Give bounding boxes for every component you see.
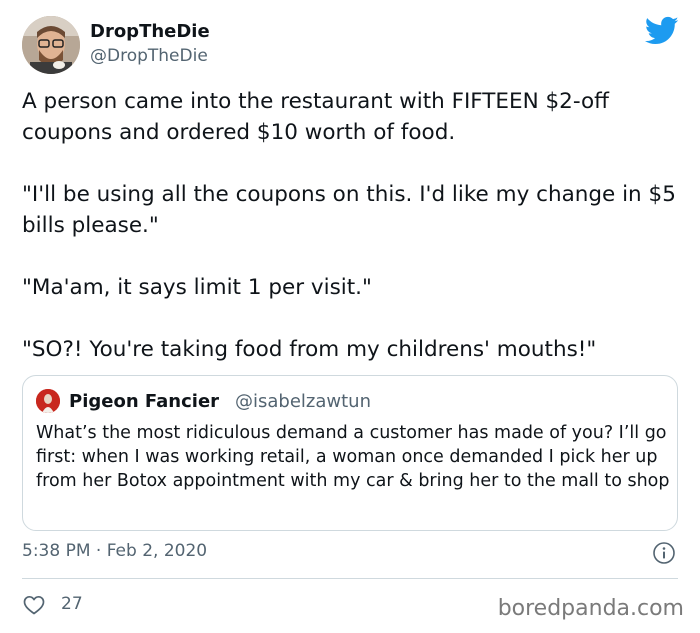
info-icon[interactable] (652, 541, 676, 565)
divider (22, 578, 678, 579)
quoted-author-avatar[interactable] (36, 389, 60, 413)
quoted-author-display-name[interactable]: Pigeon Fancier (69, 391, 219, 412)
like-count: 27 (61, 594, 83, 614)
tweet-paragraph: "SO?! You're taking food from my childre… (22, 337, 597, 362)
tweet-text: A person came into the restaurant with F… (22, 86, 682, 365)
twitter-bird-icon[interactable] (644, 16, 679, 46)
author-avatar[interactable] (22, 16, 80, 74)
quoted-tweet-card[interactable]: Pigeon Fancier @isabelzawtun What’s the … (22, 375, 678, 531)
heart-icon[interactable] (22, 593, 46, 617)
author-display-name[interactable]: DropTheDie (90, 21, 210, 42)
tweet-paragraph: A person came into the restaurant with F… (22, 89, 609, 145)
quoted-tweet-text: What’s the most ridiculous demand a cust… (36, 423, 670, 491)
quoted-author-handle[interactable]: @isabelzawtun (235, 391, 371, 412)
author-handle[interactable]: @DropTheDie (90, 46, 208, 66)
tweet-paragraph: "I'll be using all the coupons on this. … (22, 182, 676, 238)
watermark: boredpanda.com (497, 596, 684, 621)
tweet-timestamp[interactable]: 5:38 PM · Feb 2, 2020 (22, 541, 207, 561)
tweet-paragraph: "Ma'am, it says limit 1 per visit." (22, 275, 372, 300)
